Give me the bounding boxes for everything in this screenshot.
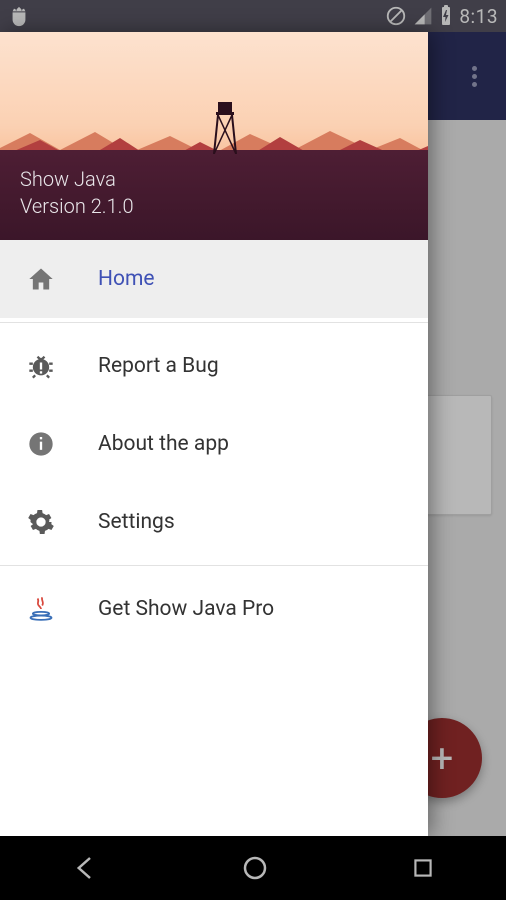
drawer-item-report-bug[interactable]: Report a Bug [0, 327, 428, 405]
java-icon [24, 592, 58, 626]
drawer-item-settings[interactable]: Settings [0, 483, 428, 561]
home-icon [24, 262, 58, 296]
bug-icon [24, 349, 58, 383]
drawer-item-label: Settings [98, 510, 175, 534]
drawer-item-get-pro[interactable]: Get Show Java Pro [0, 570, 428, 648]
drawer-header: Show Java Version 2.1.0 [0, 32, 428, 240]
drawer-item-label: About the app [98, 432, 229, 456]
watchtower-icon [210, 102, 240, 154]
app-name: Show Java [20, 166, 134, 193]
divider [0, 322, 428, 323]
drawer-list: Home Report a Bug About the app Sett [0, 240, 428, 648]
screen: 8:13 + [0, 0, 506, 900]
drawer-title: Show Java Version 2.1.0 [20, 166, 134, 220]
gear-icon [24, 505, 58, 539]
divider [0, 565, 428, 566]
drawer-item-about[interactable]: About the app [0, 405, 428, 483]
navigation-drawer: Show Java Version 2.1.0 Home Report a Bu… [0, 32, 428, 836]
drawer-item-label: Report a Bug [98, 354, 219, 378]
drawer-item-label: Get Show Java Pro [98, 597, 274, 621]
drawer-item-label: Home [98, 267, 155, 291]
info-icon [24, 427, 58, 461]
drawer-item-home[interactable]: Home [0, 240, 428, 318]
app-version: Version 2.1.0 [20, 193, 134, 220]
